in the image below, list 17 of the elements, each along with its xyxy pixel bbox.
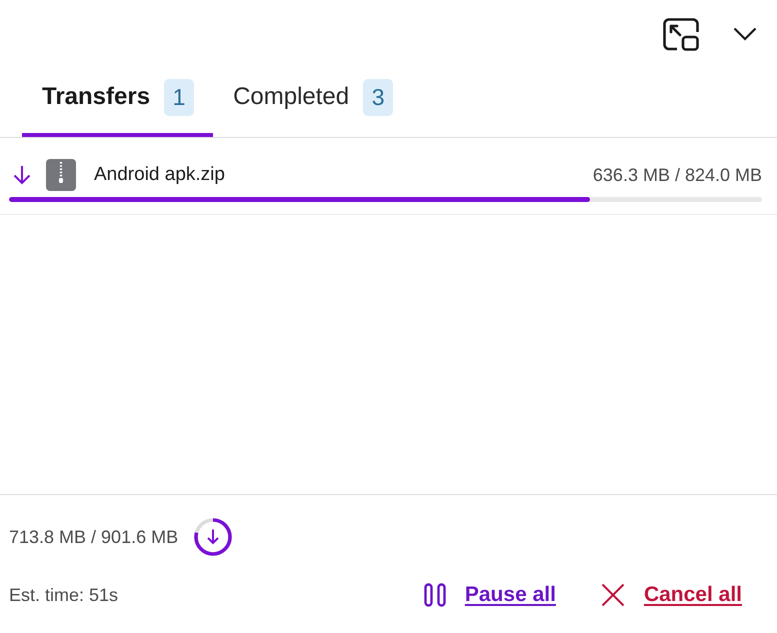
close-icon — [600, 583, 625, 607]
total-size-text: 713.8 MB / 901.6 MB — [9, 526, 178, 548]
zip-file-icon — [46, 159, 76, 191]
arrow-down-icon — [12, 165, 32, 185]
pause-icon — [424, 583, 446, 607]
count-badge: 1 — [164, 78, 194, 116]
picture-in-picture-icon[interactable] — [663, 18, 699, 50]
pause-all-button[interactable]: Pause all — [424, 583, 556, 607]
tab[interactable]: Transfers 1 — [22, 68, 214, 137]
eta-text: Est. time: 51s — [9, 584, 120, 606]
count-badge: 3 — [363, 78, 394, 116]
chevron-down-icon[interactable] — [733, 27, 757, 41]
cancel-all-button[interactable]: Cancel all — [600, 583, 742, 607]
file-size-text: 636.3 MB / 824.0 MB — [592, 164, 762, 186]
file-name: Android apk.zip — [94, 164, 226, 186]
arrow-down-icon — [207, 528, 220, 544]
tab[interactable]: Completed 3 — [213, 68, 412, 137]
